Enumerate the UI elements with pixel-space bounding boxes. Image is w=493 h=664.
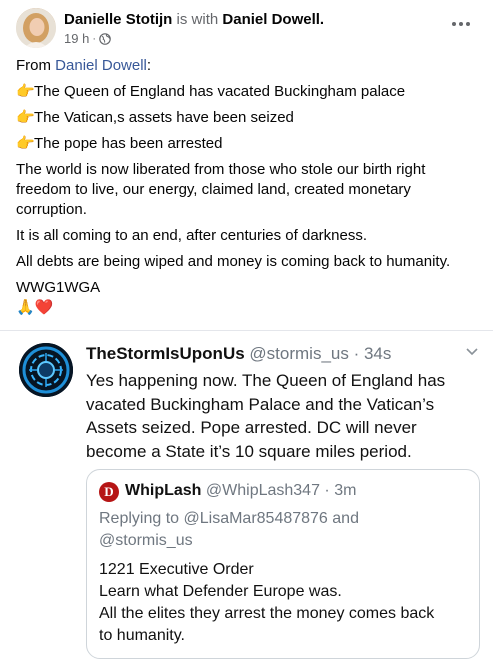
more-dot <box>466 22 470 26</box>
point-item: 👉The Queen of England has vacated Buckin… <box>16 82 481 102</box>
from-link[interactable]: Daniel Dowell <box>55 57 147 74</box>
with-text: is with <box>176 11 219 28</box>
from-line: From Daniel Dowell: <box>16 56 481 76</box>
body-paragraph: It is all coming to an end, after centur… <box>16 227 368 244</box>
author-avatar-image <box>16 8 56 48</box>
tweet-author-name: TheStormIsUponUs <box>86 344 245 363</box>
tagged-name[interactable]: Daniel Dowell. <box>222 11 324 28</box>
meta-separator: · <box>92 33 96 45</box>
more-dot <box>459 22 463 26</box>
quoted-tweet: D WhipLash @WhipLash347 · 3m Replying to… <box>86 469 480 659</box>
storm-logo-icon <box>19 343 73 397</box>
point-text: The Queen of England has vacated Bucking… <box>34 83 406 100</box>
post-meta: 19 h · <box>64 31 111 47</box>
author-name[interactable]: Danielle Stotijn <box>64 11 172 28</box>
point-text: The Vatican,s assets have been seized <box>34 109 294 126</box>
point-item: 👉The Vatican,s assets have been seized <box>16 108 481 128</box>
tweet-image[interactable]: TheStormIsUponUs @stormis_us · 34s Yes h… <box>0 330 493 664</box>
pointing-hand-icon: 👉 <box>16 83 35 100</box>
reply-line: Replying to @LisaMar85487876 and <box>99 510 359 527</box>
author-avatar[interactable] <box>16 8 56 48</box>
post-timestamp[interactable]: 19 h <box>64 31 89 47</box>
post-author-line: Danielle Stotijn is with Daniel Dowell. <box>64 11 324 29</box>
from-label: From <box>16 57 51 74</box>
tweet-text: Yes happening now. The Queen of England … <box>86 371 446 461</box>
point-item: 👉The pope has been arrested <box>16 134 481 154</box>
quote-line: All the elites they arrest the money com… <box>99 605 435 622</box>
body-paragraph: The world is now liberated from those wh… <box>16 161 426 218</box>
reply-line: @stormis_us <box>99 532 193 549</box>
quote-header: WhipLash @WhipLash347 · 3m <box>125 480 356 502</box>
tweet-avatar <box>19 343 73 397</box>
pointing-hand-icon: 👉 <box>16 109 35 126</box>
emoji-line: 🙏❤️ <box>16 299 54 316</box>
globe-icon[interactable] <box>99 33 111 45</box>
post-header: Danielle Stotijn is with Daniel Dowell. … <box>16 8 477 52</box>
quote-handle: @WhipLash347 · 3m <box>205 482 357 499</box>
point-text: The pope has been arrested <box>34 135 223 152</box>
quote-line: Learn what Defender Europe was. <box>99 583 342 600</box>
from-colon: : <box>146 57 152 74</box>
chevron-down-icon <box>466 348 478 356</box>
quote-line: to humanity. <box>99 627 185 644</box>
quote-avatar: D <box>99 482 119 502</box>
body-paragraph: All debts are being wiped and money is c… <box>16 253 451 270</box>
post-body: From Daniel Dowell: 👉The Queen of Englan… <box>16 56 481 318</box>
tweet-header: TheStormIsUponUs @stormis_us · 34s <box>86 343 391 365</box>
quote-author-name: WhipLash <box>125 482 202 499</box>
quote-line: 1221 Executive Order <box>99 561 254 578</box>
more-dot <box>452 22 456 26</box>
tweet-handle: @stormis_us · 34s <box>249 344 392 363</box>
more-horizontal-icon[interactable] <box>447 14 475 34</box>
hashtag-text: WWG1WGA <box>16 279 101 296</box>
pointing-hand-icon: 👉 <box>16 135 35 152</box>
quote-text: 1221 Executive Order Learn what Defender… <box>99 559 474 647</box>
quote-replying-to: Replying to @LisaMar85487876 and @stormi… <box>99 508 469 552</box>
